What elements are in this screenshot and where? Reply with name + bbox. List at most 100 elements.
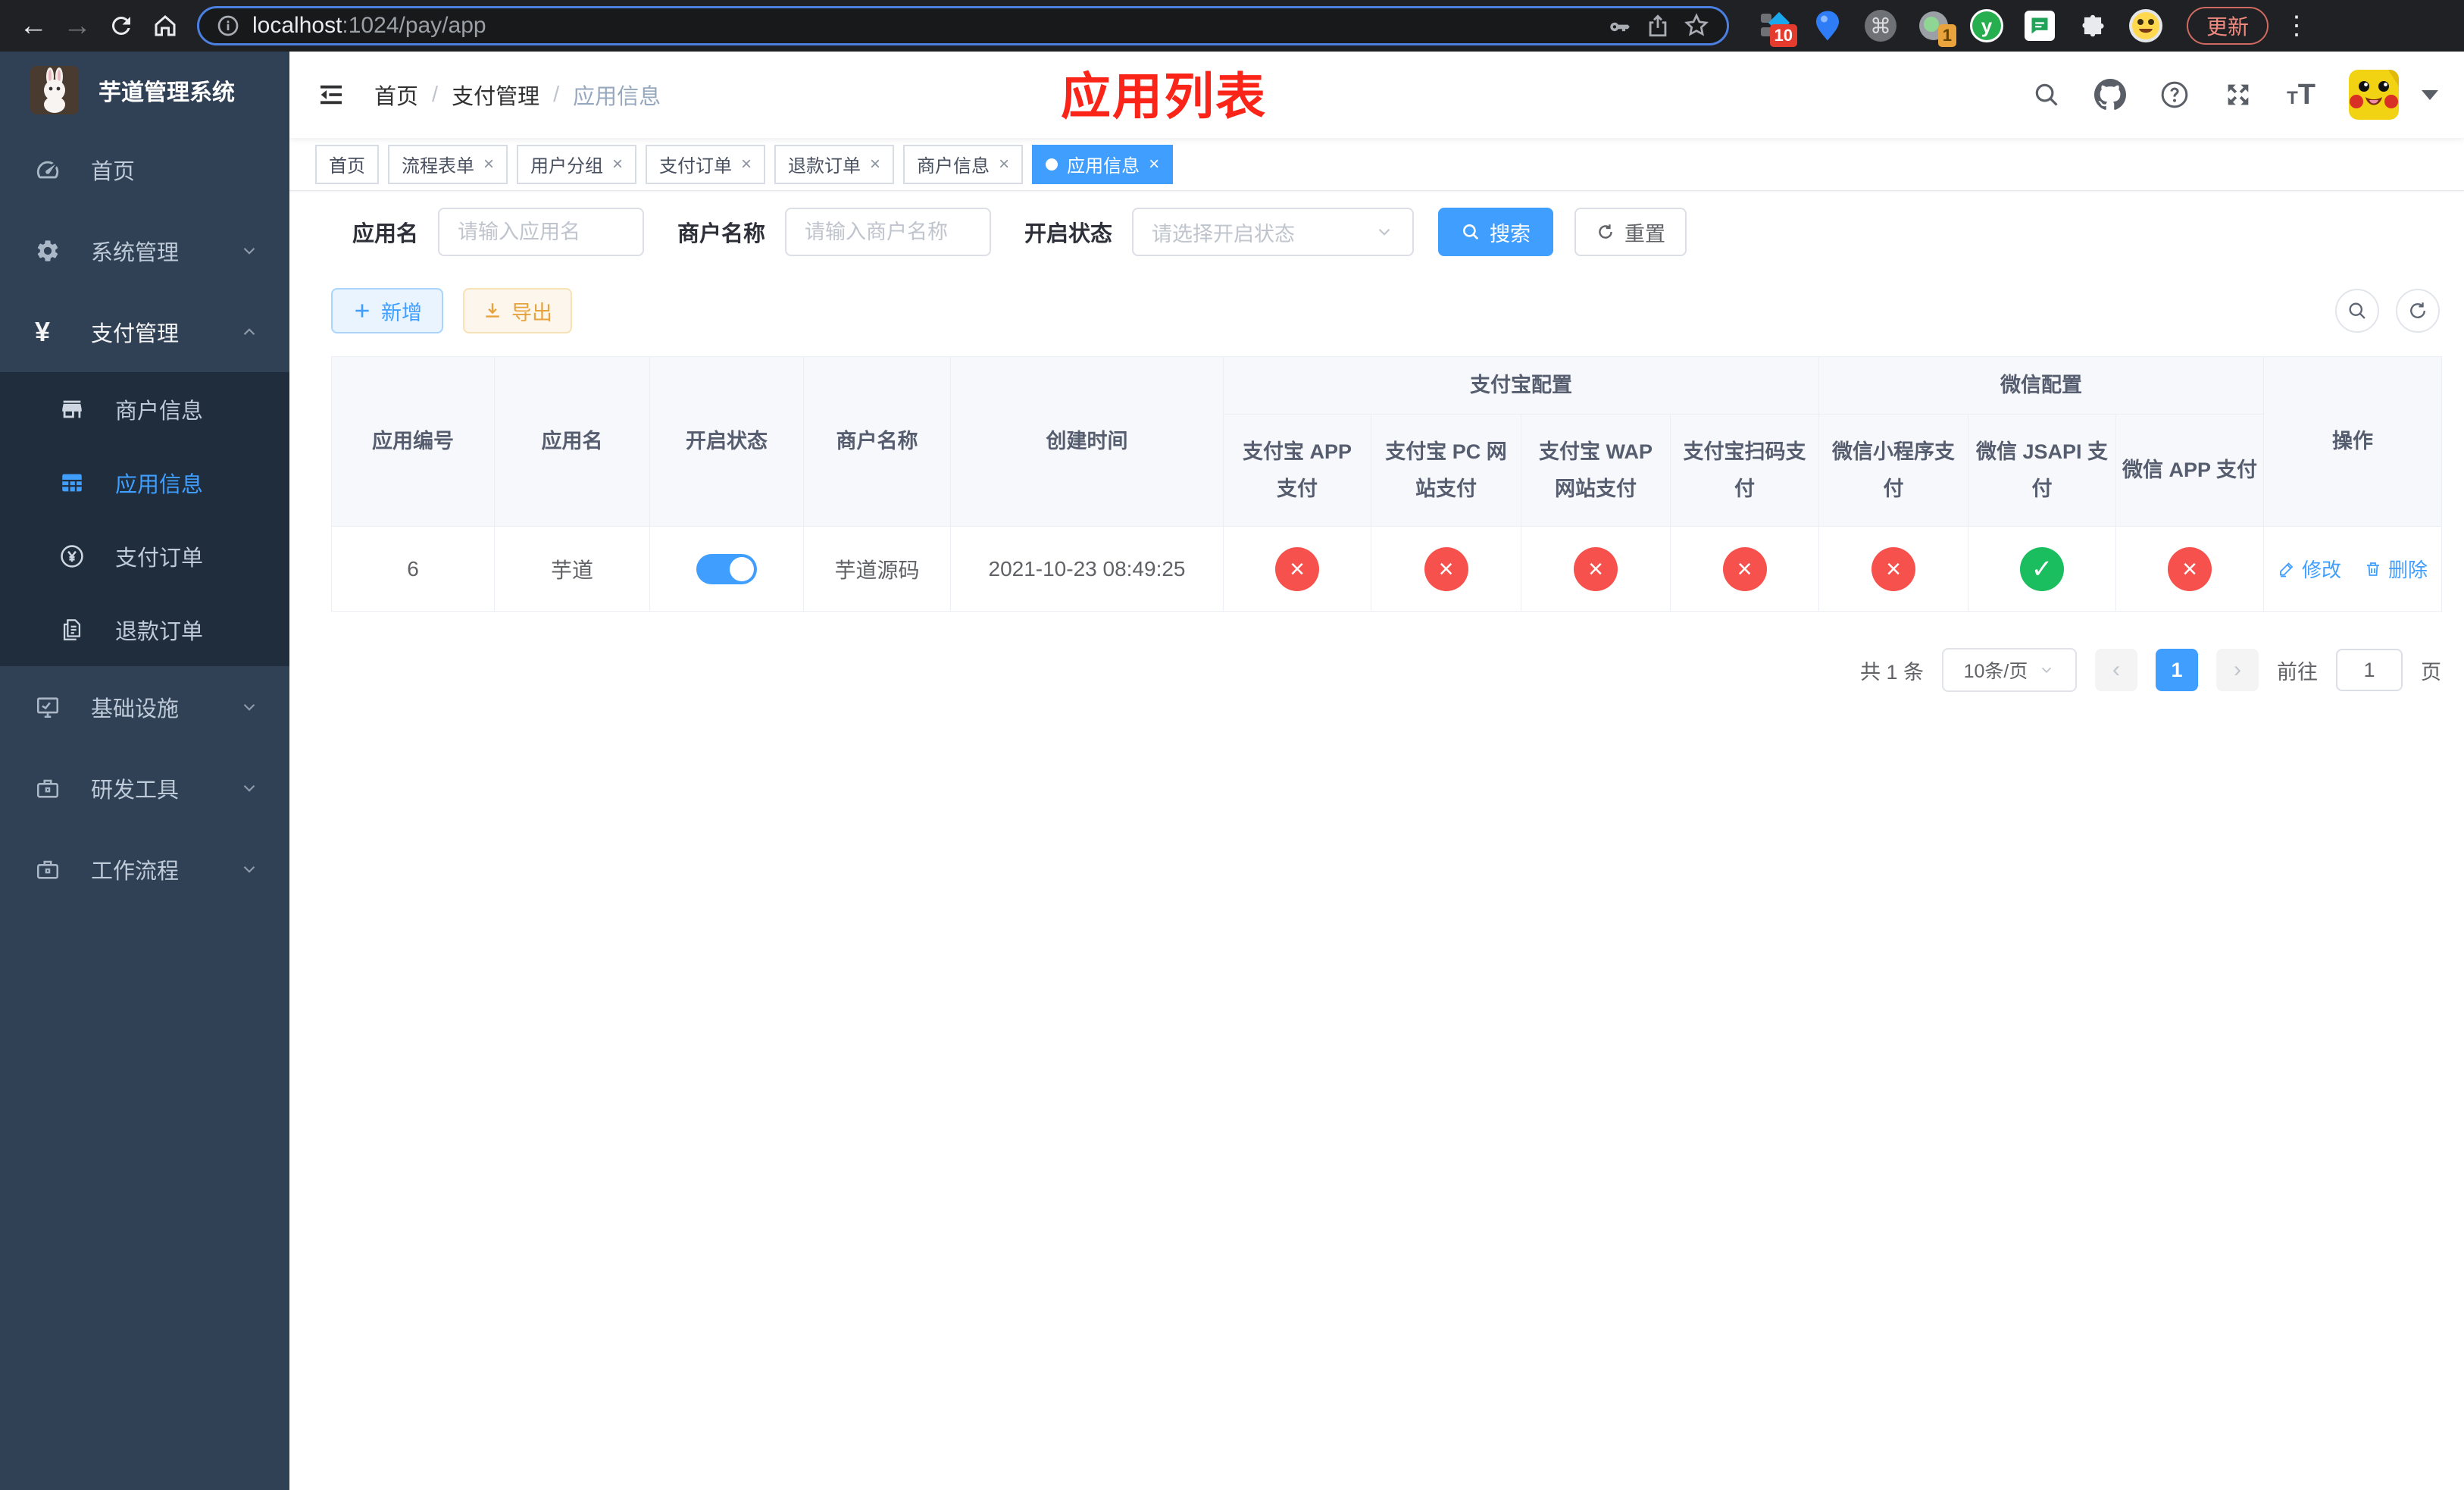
edit-link[interactable]: 修改	[2278, 555, 2341, 583]
alipay-app-status-icon: ×	[1275, 546, 1319, 591]
search-icon	[1463, 224, 1479, 240]
extension-circle-icon[interactable]: 1	[1917, 9, 1956, 47]
sidebar-item-merchant-info[interactable]: 商户信息	[0, 372, 289, 446]
tag-home[interactable]: 首页	[315, 144, 379, 184]
page-1-button[interactable]: 1	[2156, 649, 2198, 691]
sidebar-item-dev-tools[interactable]: 研发工具	[0, 747, 289, 828]
search-button[interactable]: 搜索	[1438, 208, 1554, 256]
sidebar-fold-button[interactable]	[315, 79, 347, 111]
sidebar-item-home[interactable]: 首页	[0, 129, 289, 210]
browser-forward-button[interactable]: →	[58, 6, 97, 45]
sidebar-item-label: 支付订单	[115, 546, 204, 571]
yen-icon: ¥	[35, 315, 51, 347]
sidebar-item-pay-order[interactable]: 支付订单	[0, 519, 289, 593]
reset-button[interactable]: 重置	[1574, 208, 1687, 256]
bookmark-star-icon[interactable]	[1683, 12, 1710, 39]
show-search-button[interactable]	[2335, 289, 2379, 333]
font-size-icon[interactable]: TT	[2287, 79, 2315, 111]
extension-badge: 1	[1937, 24, 1956, 47]
tag-app-info[interactable]: 应用信息 ×	[1032, 144, 1174, 184]
extension-chat-icon[interactable]	[2023, 9, 2056, 42]
sidebar-item-app-info[interactable]: 应用信息	[0, 446, 289, 519]
sidebar-item-refund-order[interactable]: 退款订单	[0, 593, 289, 666]
sidebar-item-workflow[interactable]: 工作流程	[0, 828, 289, 909]
browser-back-button[interactable]: ←	[14, 6, 53, 45]
user-avatar[interactable]	[2349, 70, 2399, 120]
add-button[interactable]: 新增	[331, 288, 443, 333]
github-icon[interactable]	[2094, 79, 2127, 111]
fullscreen-icon[interactable]	[2223, 80, 2253, 110]
browser-reload-button[interactable]	[102, 6, 141, 45]
close-icon[interactable]: ×	[741, 155, 752, 174]
group-header-alipay: 支付宝配置	[1223, 356, 1819, 415]
avatar-dropdown-caret[interactable]	[2422, 89, 2438, 100]
app-logo	[30, 66, 79, 114]
browser-home-button[interactable]	[145, 6, 185, 45]
site-info-icon[interactable]	[216, 14, 240, 38]
sidebar-item-infra[interactable]: 基础设施	[0, 666, 289, 747]
breadcrumb-home[interactable]: 首页	[374, 79, 418, 111]
browser-toolbar: ← → localhost:1024/pay/app 10 ⌘ 1 y 更新 ⋮	[0, 0, 2464, 52]
close-icon[interactable]: ×	[612, 155, 623, 174]
merchant-name-input[interactable]	[785, 208, 992, 256]
next-page-button[interactable]: ›	[2216, 649, 2259, 691]
extension-yudao-icon[interactable]: y	[1970, 9, 2003, 42]
tag-pay-order[interactable]: 支付订单 ×	[646, 144, 766, 184]
extensions-puzzle-icon[interactable]	[2076, 9, 2109, 42]
url-bar[interactable]: localhost:1024/pay/app	[197, 6, 1729, 45]
tag-refund-order[interactable]: 退款订单 ×	[774, 144, 895, 184]
browser-menu-button[interactable]: ⋮	[2284, 11, 2309, 41]
extension-balloon-icon[interactable]	[1811, 9, 1844, 42]
tag-merchant-info[interactable]: 商户信息 ×	[903, 144, 1024, 184]
breadcrumb-payment[interactable]: 支付管理	[452, 79, 539, 111]
tags-view-bar: 首页 流程表单 × 用户分组 × 支付订单 × 退款订单 × 商户信息 × 应用信息 ×	[289, 138, 2464, 191]
close-icon[interactable]: ×	[483, 155, 494, 174]
help-icon[interactable]	[2159, 80, 2190, 110]
app-name-input[interactable]	[438, 208, 645, 256]
dashboard-icon	[36, 161, 59, 178]
prev-page-button[interactable]: ‹	[2095, 649, 2137, 691]
col-header-app-id: 应用编号	[331, 356, 495, 527]
close-icon[interactable]: ×	[1149, 155, 1159, 174]
chevron-down-icon	[243, 784, 255, 792]
goto-page-input[interactable]	[2336, 649, 2403, 691]
browser-update-button[interactable]: 更新	[2187, 7, 2269, 45]
balloon-icon	[1816, 11, 1839, 41]
col-header-created: 创建时间	[950, 356, 1224, 527]
status-select[interactable]: 请选择开启状态	[1132, 208, 1415, 256]
col-header-app-name: 应用名	[494, 356, 650, 527]
goto-label: 前往	[2277, 660, 2318, 684]
export-button[interactable]: 导出	[463, 288, 572, 333]
close-icon[interactable]: ×	[999, 155, 1009, 174]
search-icon[interactable]	[2032, 80, 2061, 109]
tag-process-form[interactable]: 流程表单 ×	[388, 144, 508, 184]
extension-command-icon[interactable]: ⌘	[1864, 9, 1897, 42]
navbar-actions: TT	[2032, 70, 2438, 120]
refresh-icon	[1599, 224, 1612, 239]
breadcrumb-separator: /	[432, 82, 439, 107]
extension-diamond-icon[interactable]: 10	[1758, 9, 1797, 47]
pagination-total: 共 1 条	[1859, 660, 1924, 684]
gear-icon	[37, 239, 58, 261]
table-toolbar: 新增 导出	[331, 288, 2440, 333]
share-icon[interactable]	[1645, 13, 1671, 39]
table-tools	[2335, 289, 2440, 333]
col-header-alipay-pc: 支付宝 PC 网站支付	[1371, 414, 1521, 527]
page-size-select[interactable]: 10条/页	[1942, 648, 2077, 692]
status-toggle[interactable]	[696, 553, 757, 584]
extension-emoji-icon[interactable]	[2129, 9, 2162, 42]
close-icon[interactable]: ×	[870, 155, 880, 174]
delete-link[interactable]: 删除	[2364, 555, 2428, 583]
alipay-qr-status-icon: ×	[1722, 546, 1767, 591]
tag-user-group[interactable]: 用户分组 ×	[517, 144, 637, 184]
page-unit-label: 页	[2421, 660, 2441, 684]
password-key-icon[interactable]	[1607, 13, 1633, 39]
refresh-table-button[interactable]	[2396, 289, 2440, 333]
cell-status	[649, 526, 804, 612]
app-table: 应用编号 应用名 开启状态 商户名称 创建时间 支付宝配置 微信配置 操作 支付…	[331, 356, 2443, 612]
sidebar-item-system[interactable]: 系统管理	[0, 210, 289, 291]
extension-badge: 10	[1769, 24, 1797, 47]
edit-pen-icon	[2280, 562, 2294, 577]
plus-icon	[355, 304, 369, 318]
sidebar-item-payment[interactable]: ¥ 支付管理	[0, 291, 289, 372]
